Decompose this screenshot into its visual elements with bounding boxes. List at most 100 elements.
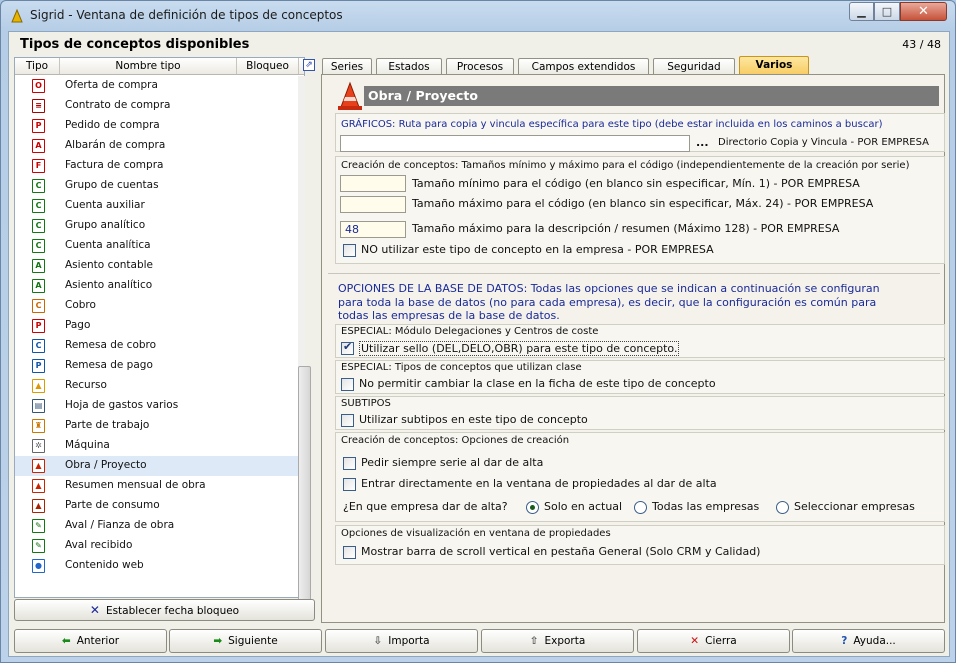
list-item[interactable]: C Cobro bbox=[15, 296, 298, 316]
max-desc-input[interactable] bbox=[340, 221, 406, 238]
document-blue-icon: C bbox=[32, 339, 45, 353]
list-header: Tipo Nombre tipo Bloqueo bbox=[15, 58, 304, 75]
list-item[interactable]: C Remesa de cobro bbox=[15, 336, 298, 356]
max-code-input[interactable] bbox=[340, 196, 406, 213]
list-item[interactable]: F Factura de compra bbox=[15, 156, 298, 176]
list-item[interactable]: ✲ Máquina bbox=[15, 436, 298, 456]
sello-checkbox[interactable] bbox=[341, 340, 354, 355]
list-item[interactable]: ▲ Resumen mensual de obra bbox=[15, 476, 298, 496]
tab-panel-varios: Obra / Proyecto GRÁFICOS: Ruta para copi… bbox=[321, 74, 945, 623]
list-scrollbar[interactable] bbox=[298, 76, 311, 611]
document-green-icon: C bbox=[32, 179, 45, 193]
list-item[interactable]: C Grupo de cuentas bbox=[15, 176, 298, 196]
graficos-group: GRÁFICOS: Ruta para copia y vincula espe… bbox=[335, 113, 945, 152]
column-header-tipo[interactable]: Tipo bbox=[15, 58, 60, 74]
db-options-text: OPCIONES DE LA BASE DE DATOS: Todas las … bbox=[338, 282, 880, 322]
list-item[interactable]: ▤ Hoja de gastos varios bbox=[15, 396, 298, 416]
pen-icon: ✎ bbox=[32, 539, 45, 553]
entrar-propiedades-label: Entrar directamente en la ventana de pro… bbox=[361, 477, 717, 490]
list-item[interactable]: P Pedido de compra bbox=[15, 116, 298, 136]
cone-icon: ▲ bbox=[32, 459, 45, 473]
list-item[interactable]: ✎ Aval / Fianza de obra bbox=[15, 516, 298, 536]
list-item[interactable]: ✎ Aval recibido bbox=[15, 536, 298, 556]
list-item[interactable]: C Cuenta auxiliar bbox=[15, 196, 298, 216]
document-green-icon: C bbox=[32, 239, 45, 253]
list-item[interactable]: A Asiento contable bbox=[15, 256, 298, 276]
importa-button[interactable]: ⇩ Importa bbox=[325, 629, 478, 653]
minimize-button[interactable]: ▁ bbox=[849, 2, 874, 21]
list-item[interactable]: A Albarán de compra bbox=[15, 136, 298, 156]
list-item-label: Asiento analítico bbox=[65, 279, 153, 291]
ayuda-button[interactable]: ? Ayuda... bbox=[792, 629, 945, 653]
globe-icon: ● bbox=[32, 559, 45, 573]
column-header-bloqueo[interactable]: Bloqueo bbox=[237, 58, 299, 74]
button-label: Ayuda... bbox=[853, 635, 896, 647]
list-item-label: Parte de consumo bbox=[65, 499, 160, 511]
scroll-checkbox[interactable] bbox=[343, 546, 356, 559]
list-item-label: Factura de compra bbox=[65, 159, 164, 171]
list-item-label: Contenido web bbox=[65, 559, 144, 571]
document-green-icon: C bbox=[32, 219, 45, 233]
column-header-nombre[interactable]: Nombre tipo bbox=[60, 58, 237, 74]
list-item[interactable]: P Remesa de pago bbox=[15, 356, 298, 376]
especial2-label: ESPECIAL: Tipos de conceptos que utiliza… bbox=[341, 362, 582, 373]
list-item[interactable]: P Pago bbox=[15, 316, 298, 336]
creacion-group: Creación de conceptos: Tamaños mínimo y … bbox=[335, 156, 945, 264]
window-title: Sigrid - Ventana de definición de tipos … bbox=[30, 8, 343, 22]
radio-seleccionar[interactable] bbox=[776, 501, 789, 514]
list-item-label: Remesa de cobro bbox=[65, 339, 157, 351]
list-item-label: Asiento contable bbox=[65, 259, 154, 271]
list-item[interactable]: A Asiento analítico bbox=[15, 276, 298, 296]
graficos-path-input[interactable] bbox=[340, 135, 690, 152]
sheet-icon: ▤ bbox=[32, 399, 45, 413]
list-item-label: Hoja de gastos varios bbox=[65, 399, 179, 411]
list-item[interactable]: ▲ Parte de consumo bbox=[15, 496, 298, 516]
document-yellow-icon: P bbox=[32, 319, 45, 333]
cone-icon: ▲ bbox=[32, 479, 45, 493]
list-item[interactable]: O Oferta de compra bbox=[15, 76, 298, 96]
popout-icon[interactable]: ⇗ bbox=[303, 59, 315, 71]
especial2-group: ESPECIAL: Tipos de conceptos que utiliza… bbox=[335, 360, 945, 394]
list-item[interactable]: ≡ Contrato de compra bbox=[15, 96, 298, 116]
list-item-label: Albarán de compra bbox=[65, 139, 166, 151]
list-item[interactable]: ♜ Parte de trabajo bbox=[15, 416, 298, 436]
list-item[interactable]: C Cuenta analítica bbox=[15, 236, 298, 256]
list-item[interactable]: ▲ Recurso bbox=[15, 376, 298, 396]
pen-icon: ✎ bbox=[32, 519, 45, 533]
min-code-input[interactable] bbox=[340, 175, 406, 192]
list-item[interactable]: ● Contenido web bbox=[15, 556, 298, 576]
entrar-propiedades-checkbox[interactable] bbox=[343, 478, 356, 491]
page-title: Tipos de conceptos disponibles bbox=[20, 37, 250, 52]
close-button[interactable]: ✕ bbox=[900, 2, 947, 21]
close-x-icon: ✕ bbox=[690, 635, 700, 647]
title-bar[interactable]: Sigrid - Ventana de definición de tipos … bbox=[1, 1, 955, 31]
lock-date-button[interactable]: ✕ Establecer fecha bloqueo bbox=[14, 599, 315, 621]
subtipos-checkbox[interactable] bbox=[341, 414, 354, 427]
client-area: Tipos de conceptos disponibles 43 / 48 T… bbox=[8, 31, 950, 657]
no-usar-checkbox[interactable] bbox=[343, 244, 356, 257]
document-yellow-icon: C bbox=[32, 299, 45, 313]
section-title: Obra / Proyecto bbox=[364, 86, 939, 106]
cierra-button[interactable]: ✕ Cierra bbox=[637, 629, 790, 653]
opciones-creacion-group: Creación de conceptos: Opciones de creac… bbox=[335, 432, 945, 522]
browse-button[interactable]: ... bbox=[696, 136, 709, 149]
button-label: Siguiente bbox=[228, 635, 278, 647]
pedir-serie-checkbox[interactable] bbox=[343, 457, 356, 470]
list-item-label: Cobro bbox=[65, 299, 96, 311]
scrollbar-thumb[interactable] bbox=[298, 366, 311, 611]
siguiente-button[interactable]: ➡ Siguiente bbox=[169, 629, 322, 653]
window: Sigrid - Ventana de definición de tipos … bbox=[0, 0, 956, 663]
list-item[interactable]: ▲ Obra / Proyecto bbox=[15, 456, 298, 476]
app-icon bbox=[11, 9, 23, 23]
empresa-question: ¿En que empresa dar de alta? bbox=[343, 500, 508, 513]
list-item[interactable]: C Grupo analítico bbox=[15, 216, 298, 236]
radio-todas[interactable] bbox=[634, 501, 647, 514]
list-item-label: Aval recibido bbox=[65, 539, 133, 551]
radio-solo-actual[interactable] bbox=[526, 501, 539, 514]
maximize-button[interactable]: □ bbox=[874, 2, 900, 21]
graficos-label: GRÁFICOS: Ruta para copia y vincula espe… bbox=[341, 119, 883, 130]
exporta-button[interactable]: ⇧ Exporta bbox=[481, 629, 634, 653]
document-red-icon: P bbox=[32, 119, 45, 133]
anterior-button[interactable]: ⬅ Anterior bbox=[14, 629, 167, 653]
clase-checkbox[interactable] bbox=[341, 378, 354, 391]
